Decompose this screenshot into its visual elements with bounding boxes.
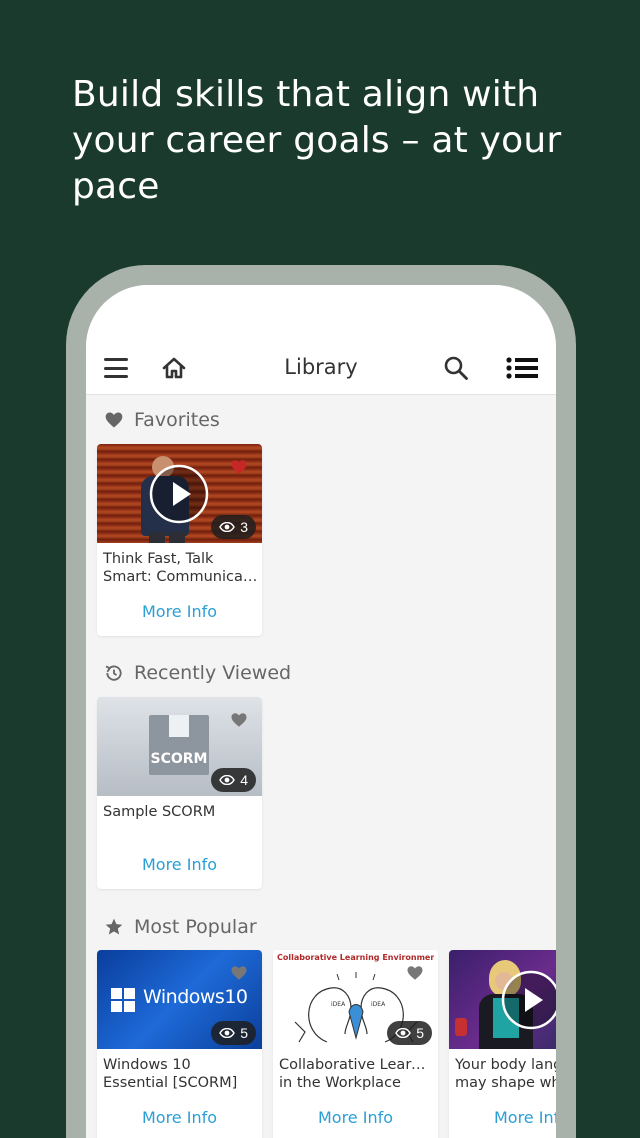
thumb-caption: Collaborative Learning Environment [277, 953, 434, 962]
view-count: 4 [240, 772, 248, 788]
course-card[interactable]: SCORM 4 Sample SCORM More Info [97, 697, 262, 889]
more-info-link[interactable]: More Info [97, 602, 262, 621]
more-info-link[interactable]: More Info [97, 1108, 262, 1127]
course-title: Collaborative Learning in the Workplace [279, 1057, 434, 1091]
search-icon[interactable] [442, 355, 470, 381]
eye-icon [219, 775, 236, 785]
phone-screen: Library Favorites 3 Think Fast, Talk Sma [86, 285, 556, 1138]
favorite-heart-icon[interactable] [230, 964, 248, 982]
more-info-link[interactable]: More Info [449, 1108, 556, 1127]
view-count-badge: 5 [211, 1021, 256, 1045]
more-info-link[interactable]: More Info [273, 1108, 438, 1127]
more-info-link[interactable]: More Info [97, 855, 262, 874]
eye-icon [219, 522, 236, 532]
heart-icon [105, 412, 123, 428]
windows-logo-icon [111, 988, 135, 1012]
windows-thumb-label: Windows10 [143, 986, 248, 1008]
favorite-heart-icon[interactable] [230, 458, 248, 476]
section-most-popular: Most Popular [104, 916, 257, 938]
course-thumbnail: SCORM 4 [97, 697, 262, 796]
view-count-badge: 4 [211, 768, 256, 792]
view-count-badge: 5 [387, 1021, 432, 1045]
section-favorites: Favorites [104, 409, 220, 431]
svg-text:iDEA: iDEA [371, 1001, 386, 1008]
course-card[interactable]: Collaborative Learning Environment iDEA … [273, 950, 438, 1138]
section-recently-viewed: Recently Viewed [104, 662, 291, 684]
course-card[interactable]: 3 Think Fast, Talk Smart: Communicati...… [97, 444, 262, 636]
headline: Build skills that align with your career… [72, 74, 562, 207]
svg-text:iDEA: iDEA [331, 1001, 346, 1008]
section-title: Most Popular [134, 916, 257, 938]
view-count: 5 [240, 1025, 248, 1041]
course-thumbnail: Collaborative Learning Environment iDEA … [273, 950, 438, 1049]
view-count-badge: 3 [211, 515, 256, 539]
section-title: Favorites [134, 409, 220, 431]
course-thumbnail: Windows10 5 [97, 950, 262, 1049]
play-icon[interactable] [149, 464, 209, 524]
course-title: Your body lang may shape who [455, 1057, 556, 1091]
view-count: 3 [240, 519, 248, 535]
course-thumbnail: 3 [97, 444, 262, 543]
eye-icon [219, 1028, 236, 1038]
scorm-box-label: SCORM [150, 751, 208, 767]
history-icon [105, 665, 122, 681]
eye-icon [395, 1028, 412, 1038]
course-card[interactable]: Windows10 5 Windows 10 Essential [SCORM]… [97, 950, 262, 1138]
page-title: Library [284, 355, 358, 379]
view-count: 5 [416, 1025, 424, 1041]
course-title: Windows 10 Essential [SCORM] [103, 1057, 238, 1091]
favorite-heart-icon[interactable] [406, 964, 424, 982]
play-icon[interactable] [501, 970, 556, 1030]
course-title: Sample SCORM [103, 804, 216, 820]
list-view-icon[interactable] [506, 355, 538, 381]
course-title: Think Fast, Talk Smart: Communicati... [103, 551, 258, 585]
section-title: Recently Viewed [134, 662, 292, 684]
star-icon [105, 918, 123, 935]
course-thumbnail [449, 950, 556, 1049]
course-card[interactable]: Your body lang may shape who More Info [449, 950, 556, 1138]
top-nav-bar: Library [86, 285, 556, 395]
favorite-heart-icon[interactable] [230, 711, 248, 729]
